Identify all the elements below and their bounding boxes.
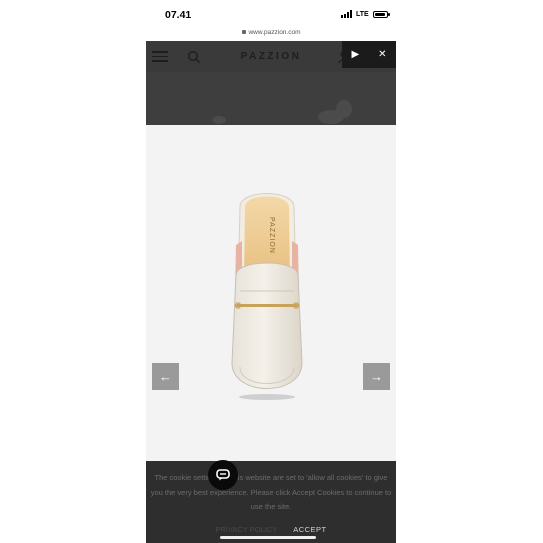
close-icon[interactable]: ✕ [378, 49, 386, 60]
chat-icon [216, 469, 230, 481]
chat-button[interactable] [208, 460, 238, 490]
product-image-gallery: PAZZION ← → [146, 125, 396, 461]
status-indicators: LTE [341, 10, 390, 18]
previous-image-button[interactable]: ← [152, 363, 179, 390]
accept-cookies-button[interactable]: ACCEPT [293, 525, 326, 534]
play-icon[interactable]: ▶ [351, 49, 359, 60]
url-text: www.pazzion.com [248, 29, 301, 36]
battery-icon [372, 10, 390, 18]
site-viewport: PAZZION ▶ ✕ PAZZION ← → The cookie setti… [146, 41, 396, 543]
network-label: LTE [356, 10, 369, 18]
next-image-button[interactable]: → [363, 363, 390, 390]
lock-icon [242, 30, 247, 35]
cookie-banner: The cookie settings on this website are … [146, 461, 396, 543]
address-bar[interactable]: www.pazzion.com [0, 29, 543, 36]
cookie-message: The cookie settings on this website are … [150, 473, 392, 511]
home-indicator [220, 536, 316, 539]
battery-level [374, 12, 385, 16]
product-image: PAZZION [231, 193, 303, 400]
arrow-left-icon: ← [159, 369, 172, 384]
status-time: 07.41 [165, 9, 192, 21]
signal-icon [341, 10, 352, 18]
hero-banner [146, 72, 396, 125]
arrow-right-icon: → [370, 369, 383, 384]
privacy-policy-link[interactable]: PRIVACY POLICY [215, 525, 277, 534]
cookie-actions: PRIVACY POLICY ACCEPT [146, 525, 396, 534]
video-controls: ▶ ✕ [342, 41, 396, 68]
insole-brand: PAZZION [268, 217, 275, 254]
